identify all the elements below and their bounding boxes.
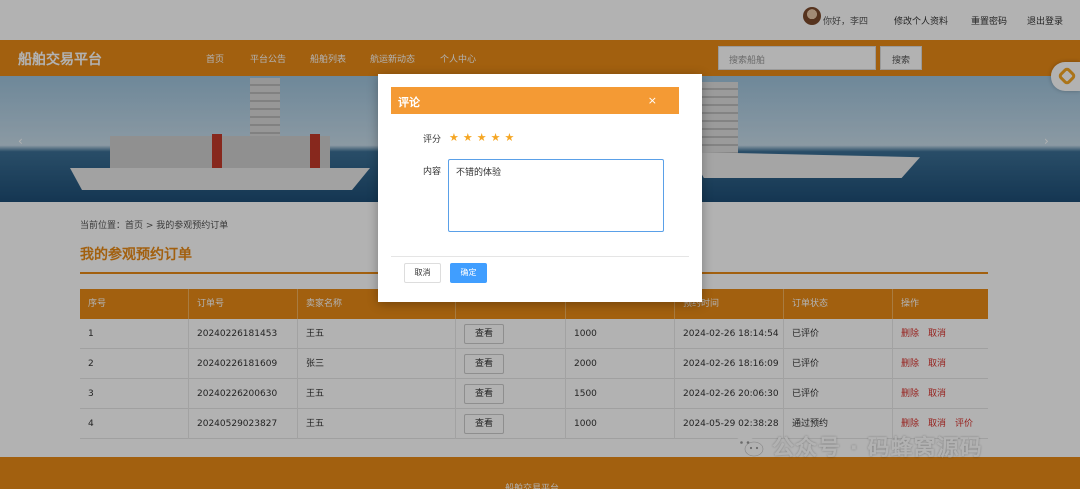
modal-divider bbox=[391, 256, 689, 257]
modal-title: 评论 bbox=[398, 96, 420, 109]
rating-label: 评分 bbox=[423, 135, 442, 145]
confirm-button[interactable]: 确定 bbox=[450, 263, 487, 283]
close-icon[interactable]: × bbox=[648, 94, 657, 107]
modal-header: 评论 × bbox=[391, 87, 679, 114]
content-label: 内容 bbox=[423, 167, 442, 177]
rating-stars[interactable]: ★★★★★ bbox=[449, 131, 518, 144]
content-textarea[interactable]: 不错的体验 bbox=[448, 159, 664, 232]
cancel-button[interactable]: 取消 bbox=[404, 263, 441, 283]
review-modal: 评论 × 评分 ★★★★★ 内容 不错的体验 取消 确定 bbox=[378, 74, 702, 302]
